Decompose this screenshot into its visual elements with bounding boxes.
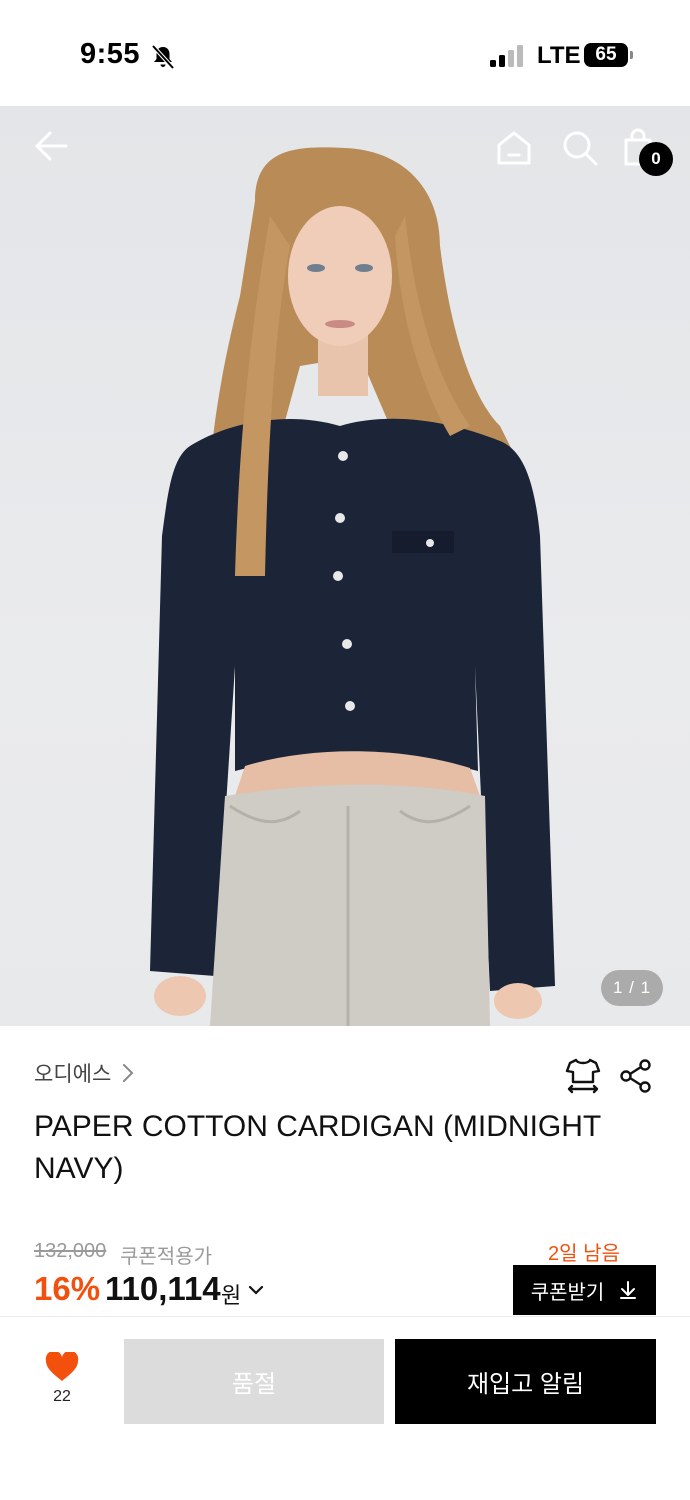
share-icon[interactable] (618, 1058, 654, 1094)
network-label: LTE (537, 42, 581, 69)
currency-label: 원 (221, 1283, 242, 1308)
restock-alert-button[interactable]: 재입고 알림 (395, 1339, 656, 1424)
like-button[interactable]: 22 (36, 1352, 88, 1414)
chevron-down-icon[interactable] (247, 1283, 265, 1297)
chevron-right-icon (123, 1064, 134, 1082)
size-guide-icon[interactable] (564, 1056, 602, 1094)
status-bar: 9:55 LTE 65 (0, 0, 690, 106)
status-time: 9:55 (80, 38, 141, 70)
battery-icon: 65 (584, 43, 633, 67)
download-icon (620, 1281, 637, 1299)
bell-muted-icon (151, 44, 175, 70)
coupon-days-left: 2일 남음 (548, 1243, 620, 1265)
coupon-price-label: 쿠폰적용가 (120, 1246, 212, 1268)
soldout-button[interactable]: 품절 (124, 1339, 384, 1424)
brand-link[interactable]: 오디에스 (34, 1058, 135, 1088)
product-title: PAPER COTTON CARDIGAN (MIDNIGHT NAVY) (34, 1110, 601, 1185)
signal-icon (490, 45, 523, 67)
sale-price: 110,114 (105, 1270, 221, 1307)
product-image[interactable] (0, 106, 690, 1026)
bag-count-badge[interactable]: 0 (639, 142, 673, 176)
arrow-left-icon[interactable] (30, 124, 74, 168)
get-coupon-label: 쿠폰받기 (530, 1281, 605, 1304)
product-photo (150, 147, 555, 1026)
brand-name: 오디에스 (34, 1063, 112, 1086)
like-count: 22 (53, 1388, 71, 1405)
original-price: 132,000 (34, 1240, 107, 1262)
search-icon[interactable] (560, 128, 600, 168)
get-coupon-button[interactable]: 쿠폰받기 (513, 1265, 656, 1315)
image-page-indicator: 1 / 1 (601, 970, 663, 1006)
discount-rate: 16% (34, 1270, 101, 1307)
heart-icon (45, 1352, 79, 1381)
home-icon[interactable] (494, 128, 534, 168)
